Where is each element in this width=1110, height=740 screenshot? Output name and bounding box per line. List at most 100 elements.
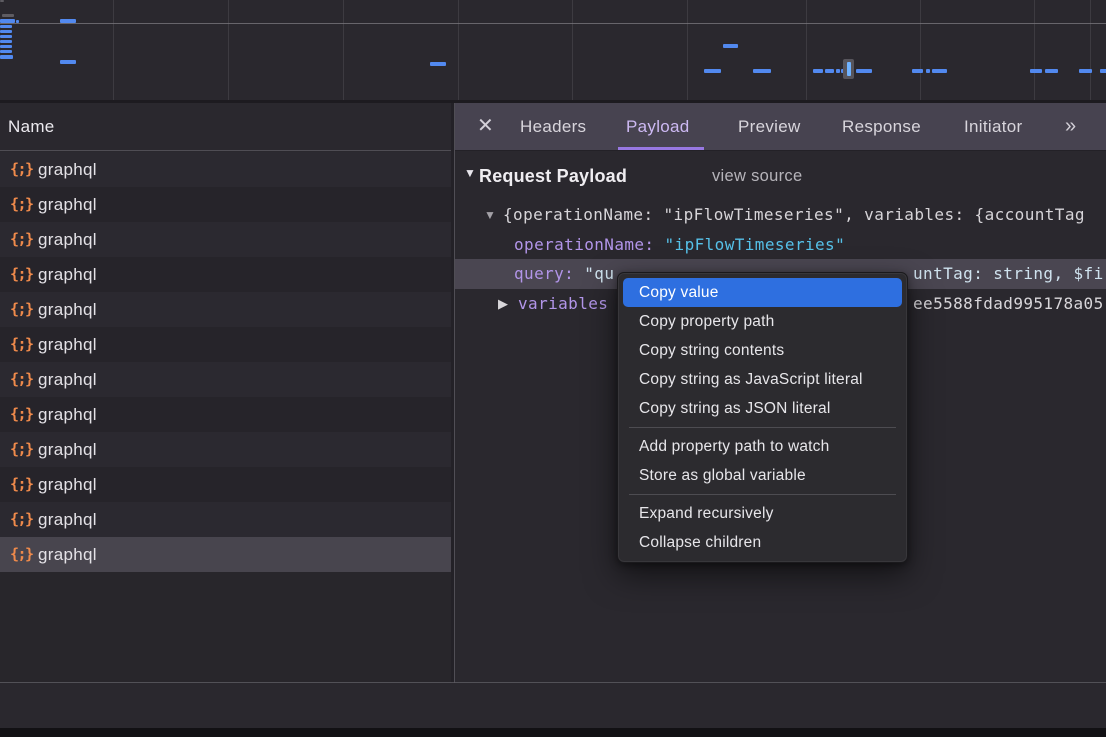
request-timing-bar: [912, 69, 923, 73]
request-row[interactable]: {;}graphql: [0, 362, 451, 397]
request-name: graphql: [38, 327, 97, 362]
timeline-gridline: [1090, 0, 1091, 100]
request-row[interactable]: {;}graphql: [0, 397, 451, 432]
request-timing-bar: [60, 19, 76, 23]
json-braces-icon: {;}: [10, 467, 33, 502]
menu-item-copy-property-path[interactable]: Copy property path: [618, 307, 907, 336]
payload-root-row[interactable]: ▼ {operationName: "ipFlowTimeseries", va…: [455, 201, 1106, 229]
request-row[interactable]: {;}graphql: [0, 502, 451, 537]
request-timing-bar: [0, 0, 4, 2]
request-name: graphql: [38, 187, 97, 222]
root-expander-icon[interactable]: ▼: [484, 201, 496, 229]
menu-item-add-property-path-to-watch[interactable]: Add property path to watch: [618, 432, 907, 461]
menu-item-expand-recursively[interactable]: Expand recursively: [618, 499, 907, 528]
footer-area: [0, 683, 1106, 728]
request-timing-bar: [0, 19, 15, 23]
space: [654, 235, 664, 254]
request-name: graphql: [38, 292, 97, 327]
operation-name-value: "ipFlowTimeseries": [665, 235, 846, 254]
timeline-gridline: [687, 0, 688, 100]
request-timing-bar: [0, 50, 12, 53]
timeline-gridline: [113, 0, 114, 100]
request-row[interactable]: {;}graphql: [0, 432, 451, 467]
request-row[interactable]: {;}graphql: [0, 257, 451, 292]
request-timing-bar: [1045, 69, 1058, 73]
json-braces-icon: {;}: [10, 327, 33, 362]
request-row[interactable]: {;}graphql: [0, 187, 451, 222]
name-column-header[interactable]: Name: [0, 103, 451, 151]
json-braces-icon: {;}: [10, 362, 33, 397]
operation-name-key: operationName:: [514, 235, 654, 254]
request-timing-bar: [856, 69, 872, 73]
request-timing-bar: [926, 69, 930, 73]
timeline-gridline: [228, 0, 229, 100]
request-timing-bar: [16, 20, 19, 23]
request-list: {;}graphql{;}graphql{;}graphql{;}graphql…: [0, 152, 451, 572]
json-braces-icon: {;}: [10, 222, 33, 257]
query-value-clipped: untTag: string, $fi: [913, 259, 1104, 289]
request-timing-bar: [430, 62, 446, 66]
request-timing-bar: [60, 60, 76, 64]
json-braces-icon: {;}: [10, 187, 33, 222]
menu-item-copy-string-contents[interactable]: Copy string contents: [618, 336, 907, 365]
menu-item-collapse-children[interactable]: Collapse children: [618, 528, 907, 557]
request-row[interactable]: {;}graphql: [0, 467, 451, 502]
space: [574, 264, 584, 283]
request-payload-section[interactable]: ▼ Request Payload view source: [455, 163, 1106, 189]
request-row[interactable]: {;}graphql: [0, 327, 451, 362]
request-list-empty-area: [0, 572, 451, 682]
tab-response[interactable]: Response: [842, 103, 921, 150]
timeline-gridline: [572, 0, 573, 100]
request-timing-bar: [836, 69, 840, 73]
request-name: graphql: [38, 222, 97, 257]
request-timing-bar: [825, 69, 834, 73]
tab-payload[interactable]: Payload: [626, 103, 690, 150]
menu-item-copy-string-as-javascript-literal[interactable]: Copy string as JavaScript literal: [618, 365, 907, 394]
request-name: graphql: [38, 537, 97, 572]
request-row[interactable]: {;}graphql: [0, 222, 451, 257]
variables-preview-clipped: ee5588fdad995178a05: [913, 289, 1104, 319]
request-row[interactable]: {;}graphql: [0, 152, 451, 187]
request-timing-bar: [753, 69, 771, 73]
section-title: Request Payload: [479, 163, 627, 189]
more-tabs-icon[interactable]: »: [1065, 103, 1074, 149]
tab-initiator[interactable]: Initiator: [964, 103, 1022, 150]
request-timing-bar: [0, 45, 12, 48]
network-overview-timeline[interactable]: [0, 0, 1106, 103]
selected-request-marker-bar: [847, 62, 851, 76]
timeline-gridline: [343, 0, 344, 100]
query-value-start: "qu: [584, 264, 614, 283]
request-row[interactable]: {;}graphql: [0, 292, 451, 327]
json-braces-icon: {;}: [10, 397, 33, 432]
request-timing-bar: [932, 69, 947, 73]
request-name: graphql: [38, 432, 97, 467]
variables-expander-icon[interactable]: ▶: [498, 289, 508, 319]
request-timing-bar: [2, 14, 14, 17]
section-expander-icon[interactable]: ▼: [464, 166, 476, 180]
request-name: graphql: [38, 362, 97, 397]
menu-item-copy-value[interactable]: Copy value: [623, 278, 902, 307]
timeline-gridline: [806, 0, 807, 100]
request-name: graphql: [38, 257, 97, 292]
operation-name-row[interactable]: operationName: "ipFlowTimeseries": [455, 231, 1106, 259]
menu-item-store-as-global-variable[interactable]: Store as global variable: [618, 461, 907, 490]
request-name: graphql: [38, 152, 97, 187]
json-braces-icon: {;}: [10, 432, 33, 467]
timeline-gridline: [1034, 0, 1035, 100]
request-timing-bar: [0, 40, 12, 43]
request-timing-bar: [1030, 69, 1042, 73]
detail-tab-bar: ✕ » Headers Payload Preview Response Initiat…: [455, 103, 1106, 151]
request-row[interactable]: {;}graphql: [0, 537, 451, 572]
request-timing-bar: [704, 69, 721, 73]
request-timing-bar: [1079, 69, 1092, 73]
close-icon[interactable]: ✕: [477, 103, 494, 149]
request-timing-bar: [813, 69, 823, 73]
tab-headers[interactable]: Headers: [520, 103, 586, 150]
tab-preview[interactable]: Preview: [738, 103, 801, 150]
json-braces-icon: {;}: [10, 502, 33, 537]
menu-item-copy-string-as-json-literal[interactable]: Copy string as JSON literal: [618, 394, 907, 423]
request-timing-bar: [0, 30, 12, 33]
view-source-link[interactable]: view source: [712, 163, 802, 189]
context-menu: Copy valueCopy property pathCopy string …: [617, 272, 908, 563]
request-name: graphql: [38, 467, 97, 502]
